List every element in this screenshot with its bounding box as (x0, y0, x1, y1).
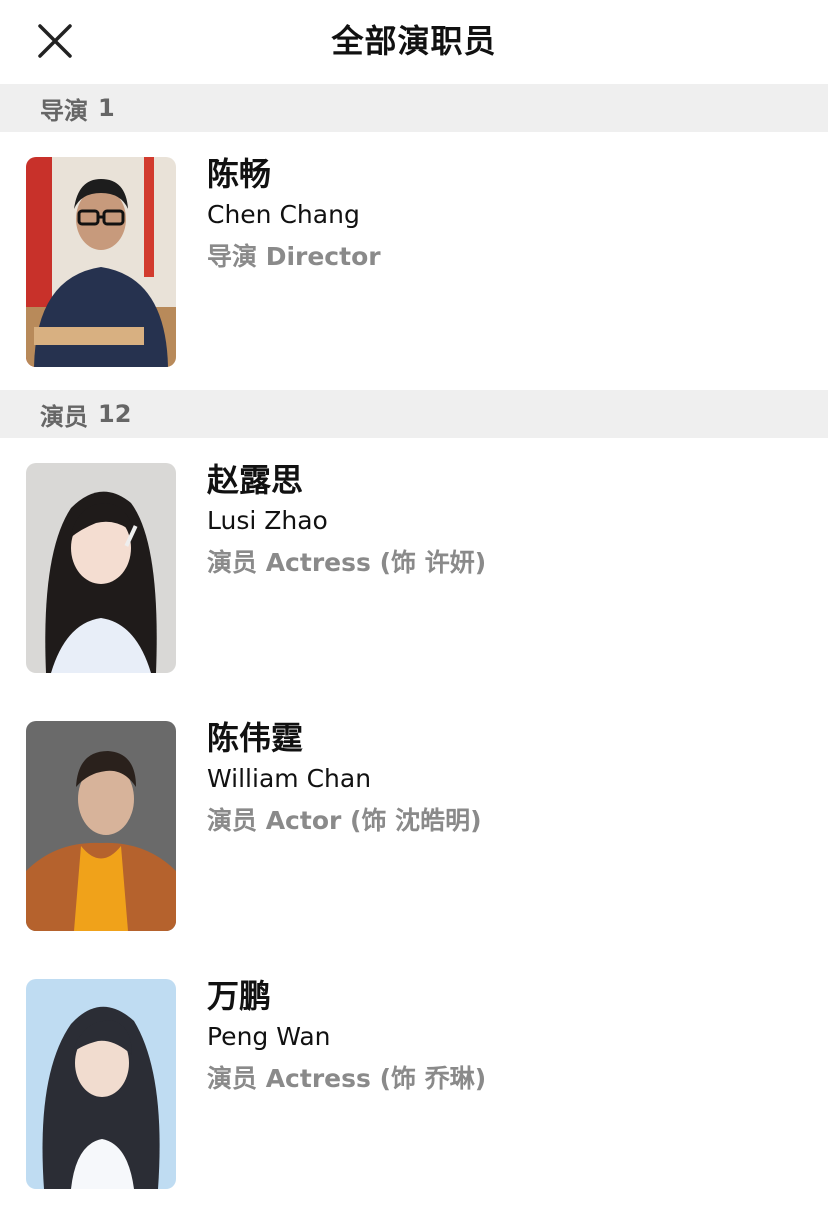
crew-item[interactable]: 陈畅 Chen Chang 导演 Director (0, 132, 828, 390)
section-header-director: 导演 1 (0, 84, 828, 132)
person-role: 导演 Director (207, 242, 381, 271)
avatar[interactable] (26, 157, 176, 367)
person-name-cn: 万鹏 (207, 977, 272, 1015)
page-title: 全部演职员 (331, 22, 497, 60)
section-label: 导演 (40, 96, 88, 125)
section-label: 演员 (40, 402, 88, 431)
cast-item[interactable]: 赵露思 Lusi Zhao 演员 Actress (饰 许妍) (0, 438, 828, 696)
portrait-image (26, 979, 176, 1189)
avatar[interactable] (26, 463, 176, 673)
person-role: 演员 Actress (饰 许妍) (207, 548, 487, 577)
avatar[interactable] (26, 721, 176, 931)
portrait-image (26, 157, 176, 367)
person-name-en: Lusi Zhao (207, 506, 328, 535)
person-name-cn: 陈畅 (207, 155, 272, 193)
top-bar: 全部演职员 (0, 0, 828, 84)
section-header-cast: 演员 12 (0, 390, 828, 438)
person-name-en: Peng Wan (207, 1022, 331, 1051)
person-role: 演员 Actress (饰 乔琳) (207, 1064, 487, 1093)
person-name-cn: 陈伟霆 (207, 719, 304, 757)
portrait-image (26, 463, 176, 673)
portrait-image (26, 721, 176, 931)
cast-item[interactable]: 万鹏 Peng Wan 演员 Actress (饰 乔琳) (0, 954, 828, 1212)
section-count: 1 (98, 94, 115, 122)
person-name-en: William Chan (207, 764, 372, 793)
cast-item[interactable]: 陈伟霆 William Chan 演员 Actor (饰 沈皓明) (0, 696, 828, 954)
person-name-cn: 赵露思 (207, 461, 304, 499)
person-name-en: Chen Chang (207, 200, 360, 229)
person-role: 演员 Actor (饰 沈皓明) (207, 806, 482, 835)
section-count: 12 (98, 400, 132, 428)
avatar[interactable] (26, 979, 176, 1189)
